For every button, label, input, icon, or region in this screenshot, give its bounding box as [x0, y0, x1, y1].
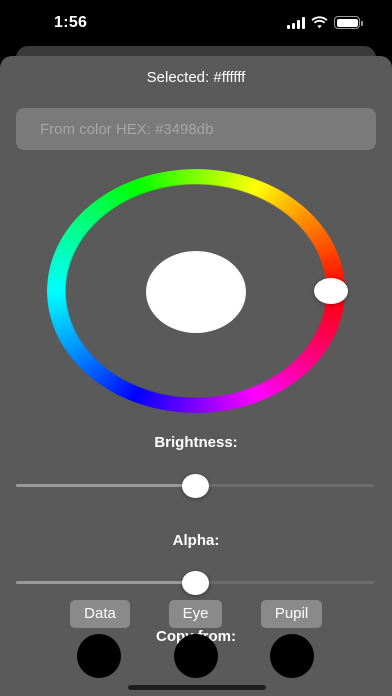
status-icons — [287, 16, 363, 29]
battery-icon — [334, 16, 363, 29]
copy-from-pupil-button[interactable]: Pupil — [261, 600, 322, 628]
alpha-slider[interactable] — [16, 571, 374, 595]
selected-color-label: Selected: #ffffff — [146, 69, 246, 86]
brightness-thumb[interactable] — [181, 474, 209, 498]
wifi-icon — [311, 16, 328, 29]
eye-color-swatch[interactable] — [174, 634, 218, 678]
alpha-label: Alpha: — [172, 532, 220, 549]
hue-wheel-thumb[interactable] — [314, 278, 348, 304]
alpha-track-fill — [16, 581, 195, 584]
copy-from-data-button[interactable]: Data — [70, 600, 130, 628]
copy-from-eye-button[interactable]: Eye — [169, 600, 222, 628]
alpha-thumb[interactable] — [181, 571, 209, 595]
status-time: 1:56 — [54, 14, 88, 31]
screen: 1:56 Selected: #ffffff Brightness: Alph — [0, 0, 392, 696]
status-bar: 1:56 — [0, 0, 392, 48]
data-color-swatch[interactable] — [77, 634, 121, 678]
brightness-track-fill — [16, 484, 195, 487]
hex-color-input[interactable] — [16, 108, 376, 150]
pupil-color-swatch[interactable] — [270, 634, 314, 678]
home-indicator — [128, 685, 266, 690]
brightness-label: Brightness: — [154, 434, 238, 451]
selected-color-preview — [146, 251, 246, 333]
brightness-slider[interactable] — [16, 474, 374, 498]
signal-icon — [287, 16, 305, 29]
